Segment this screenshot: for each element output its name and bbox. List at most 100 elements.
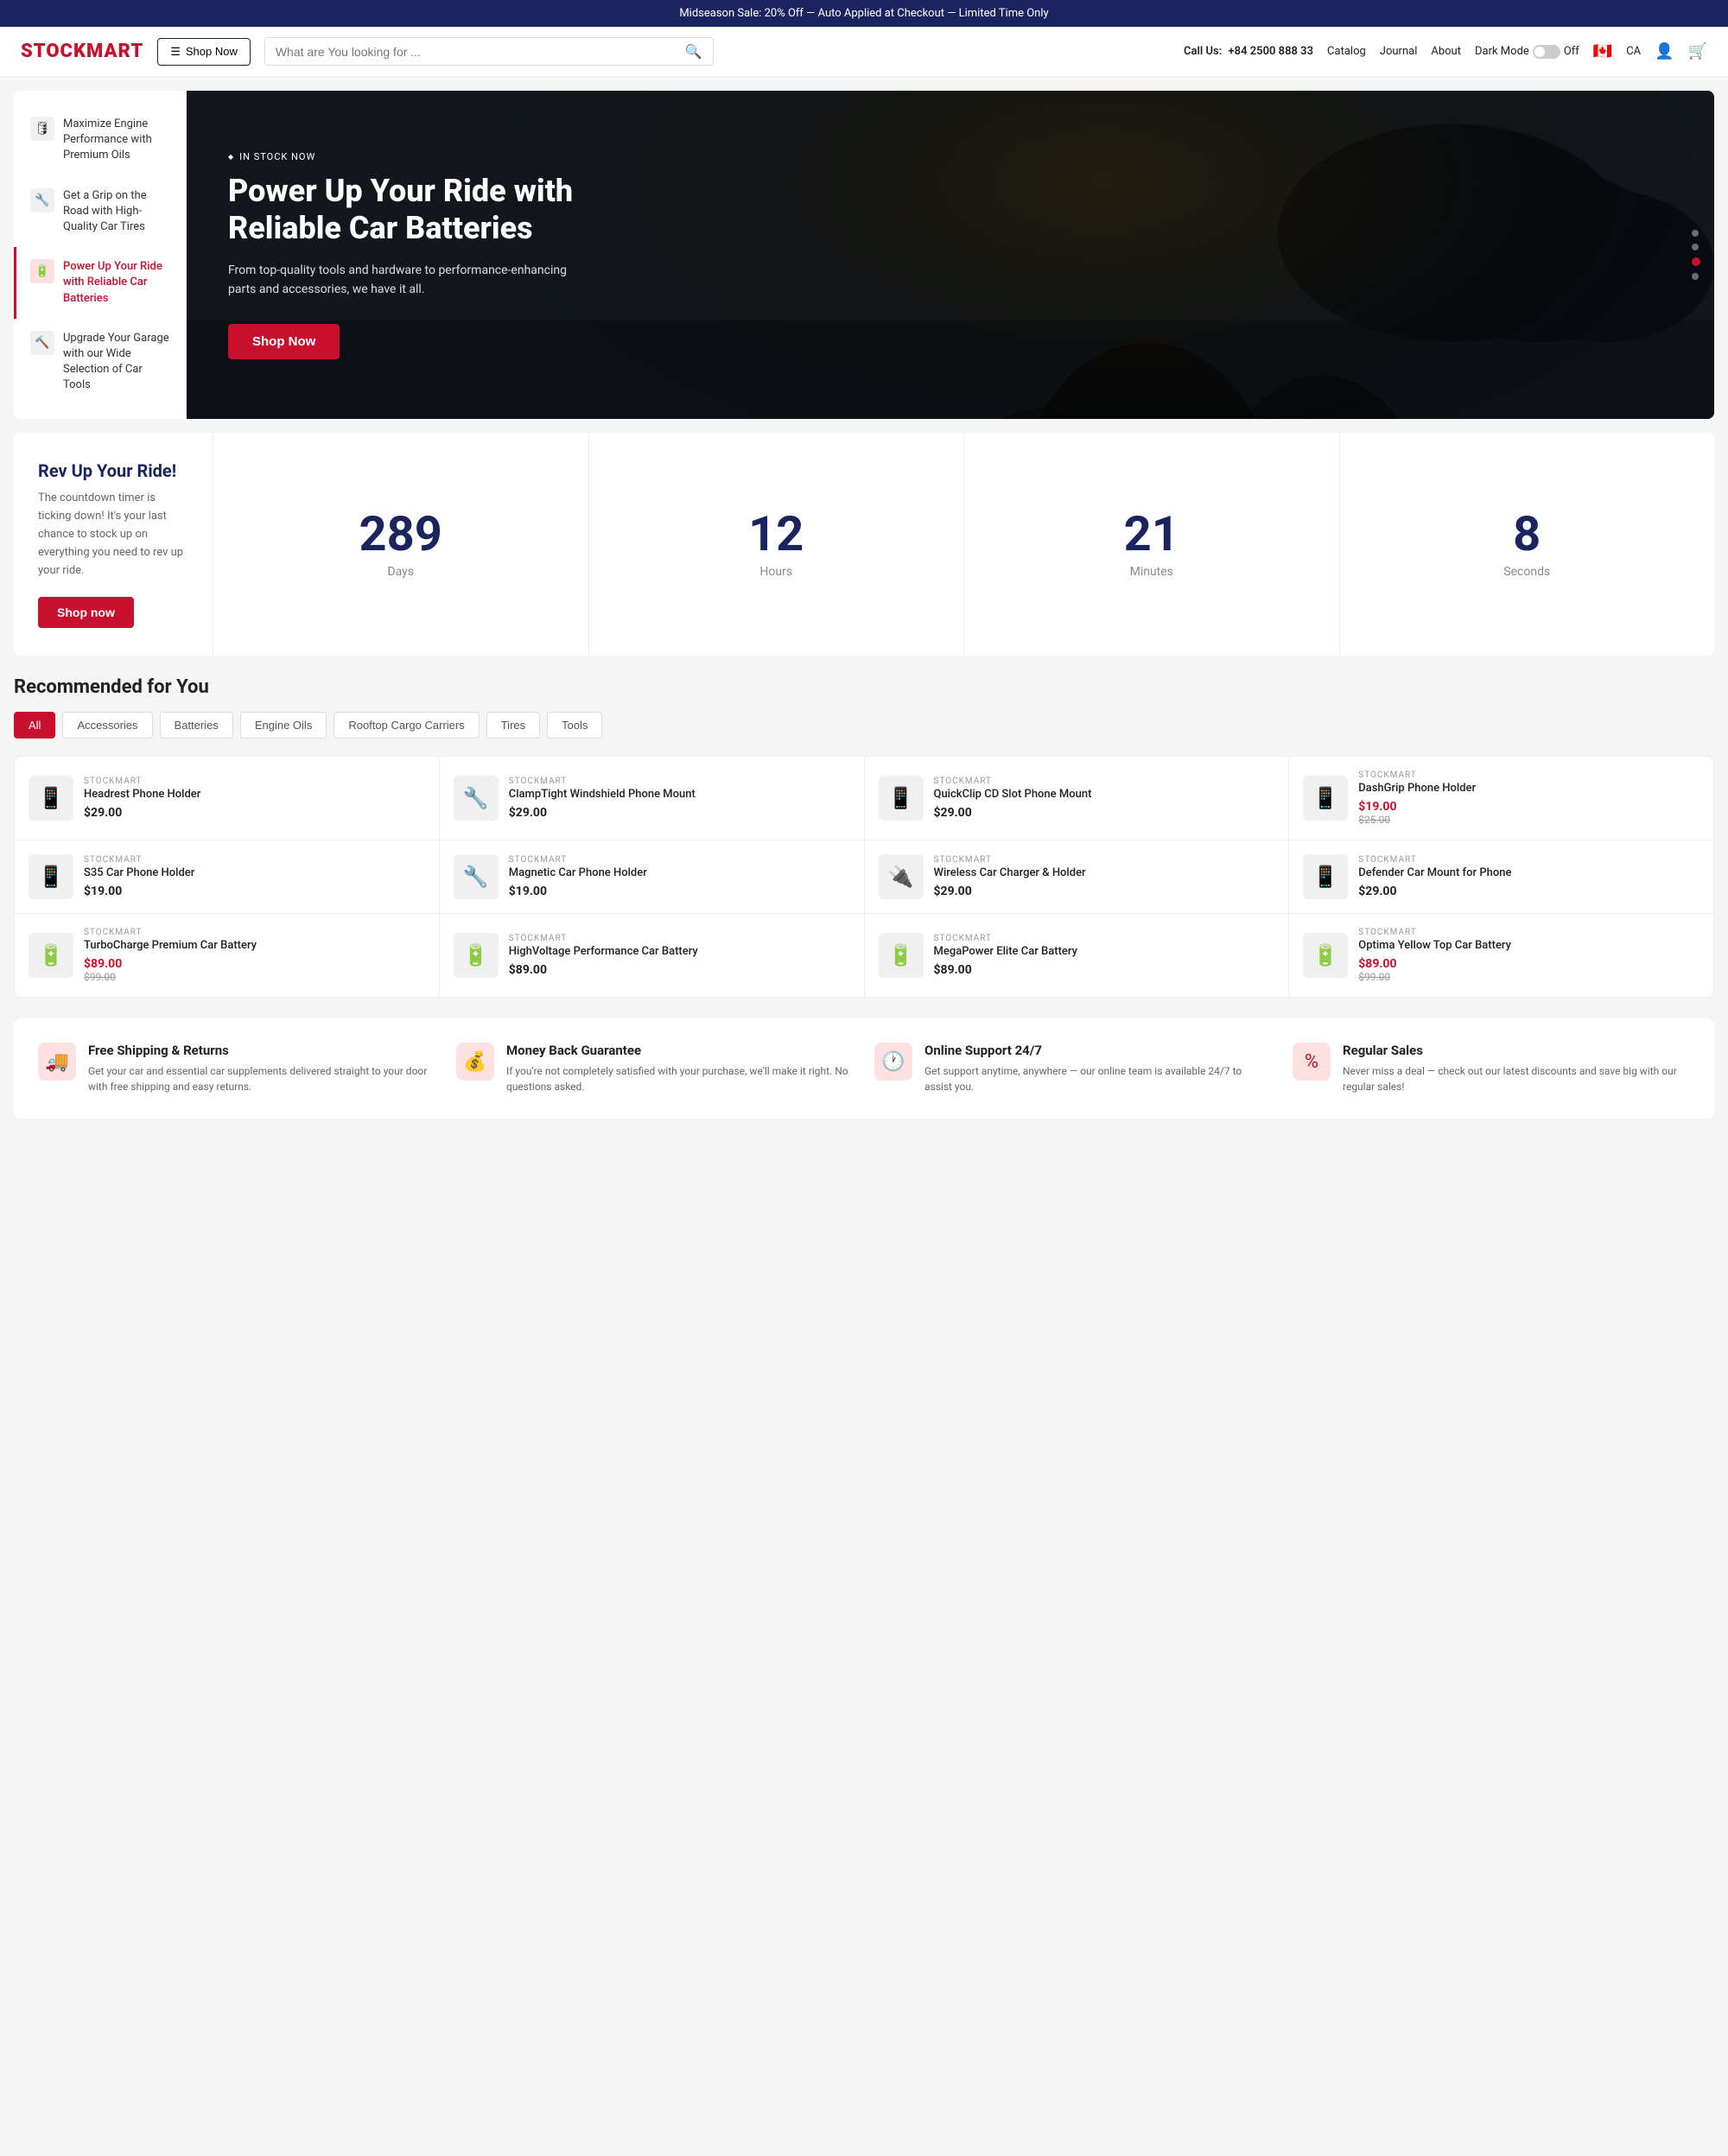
tire-icon: 🔧: [30, 188, 54, 212]
product-info: STOCKMART MegaPower Elite Car Battery $8…: [934, 934, 1275, 977]
filter-tab-tires[interactable]: Tires: [486, 712, 540, 739]
sidebar-item-oils[interactable]: 🛢 Maximize Engine Performance with Premi…: [14, 105, 186, 176]
search-input[interactable]: [276, 45, 678, 59]
countdown-seconds: 8 Seconds: [1339, 433, 1715, 656]
product-card[interactable]: 🔋 STOCKMART MegaPower Elite Car Battery …: [865, 914, 1289, 997]
battery-icon: 🔋: [30, 259, 54, 283]
feature-description: Get your car and essential car supplemen…: [88, 1063, 435, 1094]
feature-title: Money Back Guarantee: [506, 1043, 854, 1058]
country-flag-icon: 🇨🇦: [1593, 42, 1612, 60]
sidebar-item-tires[interactable]: 🔧 Get a Grip on the Road with High-Quali…: [14, 176, 186, 248]
dark-mode-switch[interactable]: [1533, 45, 1560, 59]
filter-tab-all[interactable]: All: [14, 712, 55, 739]
catalog-link[interactable]: Catalog: [1327, 45, 1366, 58]
product-name: ClampTight Windshield Phone Mount: [509, 788, 850, 802]
country-code[interactable]: CA: [1626, 45, 1641, 58]
product-card[interactable]: 🔌 STOCKMART Wireless Car Charger & Holde…: [865, 840, 1289, 913]
countdown-hours: 12 Hours: [588, 433, 964, 656]
product-brand: STOCKMART: [934, 855, 1275, 865]
product-info: STOCKMART Wireless Car Charger & Holder …: [934, 855, 1275, 898]
oil-icon: 🛢: [30, 117, 54, 141]
filter-tab-batteries[interactable]: Batteries: [160, 712, 233, 739]
product-name: S35 Car Phone Holder: [84, 866, 425, 881]
header: STOCKMART ☰ Shop Now 🔍 Call Us: +84 2500…: [0, 27, 1728, 77]
countdown-section: Rev Up Your Ride! The countdown timer is…: [14, 433, 1714, 656]
product-info: STOCKMART Headrest Phone Holder $29.00: [84, 777, 425, 820]
product-image: 🔧: [454, 776, 499, 821]
sidebar-item-batteries[interactable]: 🔋 Power Up Your Ride with Reliable Car B…: [14, 247, 186, 319]
sidebar-item-tools-label: Upgrade Your Garage with our Wide Select…: [63, 331, 172, 394]
about-link[interactable]: About: [1431, 45, 1461, 58]
product-name: TurboCharge Premium Car Battery: [84, 939, 425, 954]
countdown-seconds-value: 8: [1513, 510, 1541, 558]
product-brand: STOCKMART: [1358, 928, 1699, 937]
filter-tab-rooftop-cargo-carriers[interactable]: Rooftop Cargo Carriers: [334, 712, 479, 739]
product-card[interactable]: 📱 STOCKMART DashGrip Phone Holder $19.00…: [1289, 757, 1713, 840]
feature-description: Get support anytime, anywhere — our onli…: [924, 1063, 1272, 1094]
product-old-price: $25.00: [1358, 814, 1699, 826]
feature-text: Free Shipping & Returns Get your car and…: [88, 1043, 435, 1094]
logo[interactable]: STOCKMART: [21, 41, 143, 62]
countdown-seconds-label: Seconds: [1503, 565, 1550, 579]
product-image: 📱: [1303, 776, 1348, 821]
product-brand: STOCKMART: [509, 855, 850, 865]
user-icon[interactable]: 👤: [1655, 42, 1674, 60]
product-brand: STOCKMART: [1358, 770, 1699, 780]
countdown-minutes: 21 Minutes: [963, 433, 1339, 656]
product-card[interactable]: 🔧 STOCKMART ClampTight Windshield Phone …: [440, 757, 864, 840]
feature-icon: 🕐: [874, 1043, 912, 1081]
sidebar-item-tools[interactable]: 🔨 Upgrade Your Garage with our Wide Sele…: [14, 319, 186, 406]
product-price: $29.00: [1358, 885, 1699, 898]
product-price: $89.00: [934, 963, 1275, 977]
hero-dot-4[interactable]: [1692, 273, 1699, 280]
product-name: HighVoltage Performance Car Battery: [509, 945, 850, 960]
filter-tab-accessories[interactable]: Accessories: [62, 712, 152, 739]
product-name: Wireless Car Charger & Holder: [934, 866, 1275, 881]
product-info: STOCKMART HighVoltage Performance Car Ba…: [509, 934, 850, 977]
product-price: $29.00: [84, 806, 425, 820]
hero-title: Power Up Your Ride with Reliable Car Bat…: [228, 173, 591, 247]
header-shop-now-button[interactable]: ☰ Shop Now: [157, 38, 251, 66]
hero-section: 🛢 Maximize Engine Performance with Premi…: [14, 91, 1714, 419]
product-old-price: $99.00: [84, 971, 425, 983]
hero-shop-button[interactable]: Shop Now: [228, 324, 340, 359]
features-section: 🚚 Free Shipping & Returns Get your car a…: [14, 1018, 1714, 1119]
product-card[interactable]: 🔋 STOCKMART Optima Yellow Top Car Batter…: [1289, 914, 1713, 997]
filter-tab-tools[interactable]: Tools: [547, 712, 602, 739]
sidebar-item-batteries-label: Power Up Your Ride with Reliable Car Bat…: [63, 259, 172, 307]
product-brand: STOCKMART: [509, 934, 850, 943]
countdown-shop-button[interactable]: Shop now: [38, 597, 134, 628]
sidebar-item-oils-label: Maximize Engine Performance with Premium…: [63, 117, 172, 164]
product-card[interactable]: 📱 STOCKMART S35 Car Phone Holder $19.00: [15, 840, 439, 913]
search-icon[interactable]: 🔍: [685, 43, 702, 60]
product-card[interactable]: 📱 STOCKMART QuickClip CD Slot Phone Moun…: [865, 757, 1289, 840]
search-bar: 🔍: [264, 37, 714, 66]
hero-dot-1[interactable]: [1692, 230, 1699, 237]
feature-description: Never miss a deal — check out our latest…: [1343, 1063, 1690, 1094]
shop-now-label: Shop Now: [186, 45, 238, 58]
product-image: 📱: [29, 776, 73, 821]
cart-icon[interactable]: 🛒: [1688, 42, 1707, 60]
product-card[interactable]: 🔋 STOCKMART TurboCharge Premium Car Batt…: [15, 914, 439, 997]
product-card[interactable]: 📱 STOCKMART Defender Car Mount for Phone…: [1289, 840, 1713, 913]
product-card[interactable]: 🔋 STOCKMART HighVoltage Performance Car …: [440, 914, 864, 997]
countdown-heading: Rev Up Your Ride!: [38, 460, 188, 481]
dark-mode-toggle[interactable]: Dark Mode Off: [1475, 45, 1579, 59]
toggle-knob: [1534, 47, 1545, 57]
product-brand: STOCKMART: [934, 934, 1275, 943]
product-card[interactable]: 📱 STOCKMART Headrest Phone Holder $29.00: [15, 757, 439, 840]
product-name: MegaPower Elite Car Battery: [934, 945, 1275, 960]
journal-link[interactable]: Journal: [1380, 45, 1418, 58]
product-image: 📱: [879, 776, 924, 821]
product-card[interactable]: 🔧 STOCKMART Magnetic Car Phone Holder $1…: [440, 840, 864, 913]
product-price: $89.00: [84, 957, 425, 971]
sidebar-nav: 🛢 Maximize Engine Performance with Premi…: [14, 91, 187, 419]
filter-tab-engine-oils[interactable]: Engine Oils: [240, 712, 327, 739]
product-image: 🔌: [879, 854, 924, 899]
dark-mode-state: Off: [1564, 45, 1579, 58]
feature-text: Online Support 24/7 Get support anytime,…: [924, 1043, 1272, 1094]
hero-dot-3[interactable]: [1692, 257, 1700, 266]
filter-tabs: All Accessories Batteries Engine Oils Roofto…: [14, 712, 1714, 739]
product-name: DashGrip Phone Holder: [1358, 782, 1699, 796]
hero-dot-2[interactable]: [1692, 244, 1699, 250]
